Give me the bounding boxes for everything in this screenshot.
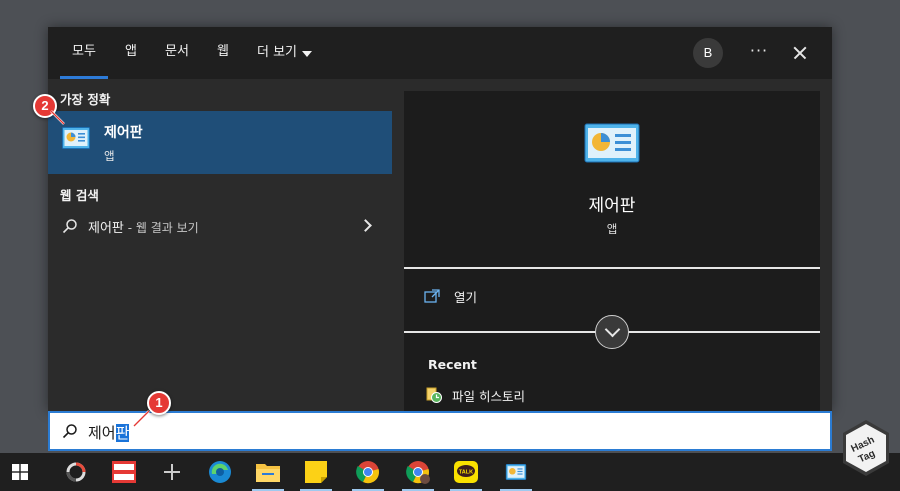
svg-text:TALK: TALK — [459, 470, 473, 476]
open-label: 열기 — [454, 289, 478, 305]
divider — [404, 267, 820, 269]
web-search-query: 제어판 — [88, 221, 124, 236]
open-action[interactable]: 열기 — [424, 284, 477, 308]
taskbar-app[interactable] — [296, 453, 336, 491]
taskbar-app[interactable] — [398, 453, 438, 491]
web-search-result[interactable]: 제어판 - 웹 결과 보기 — [48, 209, 392, 243]
taskbar-app[interactable] — [348, 453, 388, 491]
chrome-icon — [356, 461, 379, 484]
detail-title: 제어판 — [588, 196, 636, 216]
taskbar-app[interactable] — [56, 453, 96, 491]
tab-apps[interactable]: 앱 — [125, 27, 137, 79]
tab-more-label: 더 보기 — [257, 45, 298, 60]
taskbar-app[interactable]: TALK — [446, 453, 486, 491]
app-ring-icon — [66, 462, 86, 482]
control-panel-icon — [505, 464, 527, 480]
expand-button[interactable] — [595, 315, 629, 349]
plus-icon — [164, 464, 180, 480]
arrow-icon — [50, 110, 65, 125]
control-panel-icon-large — [584, 123, 640, 163]
taskbar: TALK — [0, 453, 900, 491]
taskbar-app[interactable] — [200, 453, 240, 491]
best-match-heading: 가장 정확 — [60, 92, 111, 107]
sticky-notes-icon — [305, 461, 327, 483]
caret-down-icon — [302, 51, 313, 57]
file-explorer-icon — [256, 464, 280, 482]
web-search-heading: 웹 검색 — [60, 188, 99, 203]
open-icon — [424, 289, 440, 303]
tab-all[interactable]: 모두 — [60, 27, 108, 79]
chevron-right-icon — [359, 219, 372, 232]
close-icon[interactable] — [784, 39, 814, 67]
tab-documents[interactable]: 문서 — [165, 27, 189, 79]
search-icon — [62, 424, 77, 439]
taskbar-app[interactable] — [104, 453, 144, 491]
best-match-result[interactable]: 제어판 앱 — [48, 111, 392, 174]
control-panel-icon — [62, 127, 90, 149]
avatar[interactable]: B — [693, 38, 723, 68]
search-window: 모두 앱 문서 웹 더 보기 B ··· 가장 정확 제어판 앱 웹 검색 제어… — [48, 27, 832, 411]
edge-icon — [209, 461, 231, 483]
tab-web[interactable]: 웹 — [217, 27, 229, 79]
web-search-suffix: - 웹 결과 보기 — [123, 221, 199, 235]
start-button[interactable] — [0, 453, 40, 491]
search-selected-text: 판 — [115, 424, 130, 442]
file-history-icon — [426, 387, 442, 403]
more-options-button[interactable]: ··· — [744, 39, 774, 67]
search-tabs-bar: 모두 앱 문서 웹 더 보기 B ··· — [48, 27, 832, 79]
kakaotalk-icon: TALK — [454, 461, 478, 483]
results-pane: 가장 정확 제어판 앱 웹 검색 제어판 - 웹 결과 보기 — [48, 79, 392, 411]
app-red-icon — [112, 461, 136, 483]
windows-start-icon — [12, 464, 28, 480]
taskbar-app[interactable] — [496, 453, 536, 491]
taskbar-app[interactable] — [152, 453, 192, 491]
search-typed-text: 제어 — [88, 424, 116, 442]
best-match-subtitle: 앱 — [104, 149, 115, 163]
tab-more[interactable]: 더 보기 — [257, 27, 313, 79]
search-input[interactable]: 제어판 — [48, 411, 832, 451]
chrome-profile-icon — [406, 461, 430, 484]
recent-heading: Recent — [428, 357, 477, 372]
best-match-title: 제어판 — [104, 125, 143, 141]
taskbar-app[interactable] — [248, 453, 288, 491]
detail-subtitle: 앱 — [606, 222, 618, 236]
detail-pane: 제어판 앱 열기 Recent 파일 히스토리 — [404, 91, 820, 411]
hashtag-logo: Hash Tag — [843, 420, 889, 476]
search-icon — [62, 219, 77, 234]
recent-item-label: 파일 히스토리 — [452, 388, 525, 404]
recent-item[interactable]: 파일 히스토리 — [426, 384, 525, 406]
arrow-icon — [133, 410, 150, 427]
